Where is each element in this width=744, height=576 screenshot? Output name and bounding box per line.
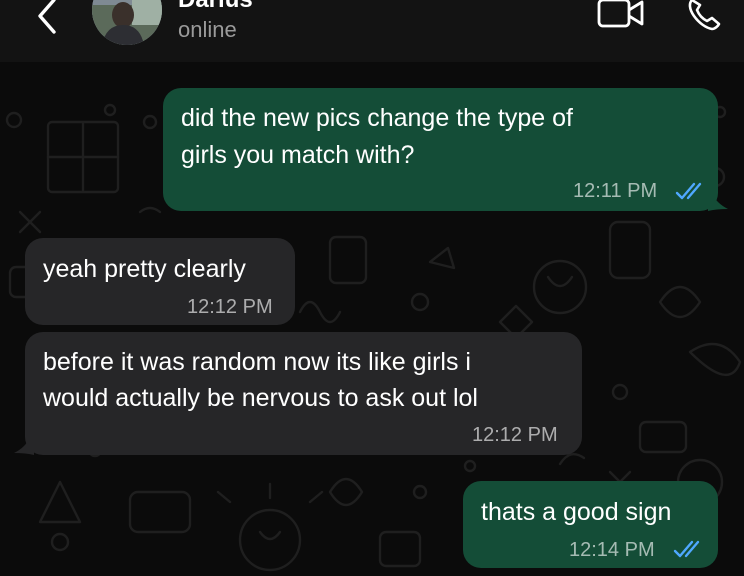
- message-text: did the new pics change the type of: [181, 104, 573, 132]
- chevron-left-icon[interactable]: [28, 0, 68, 36]
- message-text: would actually be nervous to ask out lol: [43, 384, 478, 412]
- message-bubble-incoming[interactable]: before it was random now its like girls …: [25, 332, 582, 455]
- bubble-tail: [708, 193, 728, 211]
- read-receipt-icon: [673, 540, 700, 558]
- message-list[interactable]: did the new pics change the type of girl…: [0, 62, 744, 576]
- message-time: 12:14 PM: [569, 539, 655, 561]
- message-text: thats a good sign: [481, 498, 672, 526]
- phone-icon[interactable]: [684, 0, 724, 34]
- message-time: 12:12 PM: [187, 296, 273, 318]
- message-time: 12:11 PM: [573, 180, 658, 202]
- avatar[interactable]: [92, 0, 162, 45]
- bubble-tail: [14, 437, 34, 455]
- message-bubble-outgoing[interactable]: did the new pics change the type of girl…: [163, 88, 718, 211]
- message-time: 12:12 PM: [472, 424, 558, 446]
- message-bubble-outgoing[interactable]: thats a good sign 12:14 PM: [463, 481, 718, 568]
- chat-header: Darius online: [0, 0, 744, 62]
- message-text: girls you match with?: [181, 141, 415, 169]
- read-receipt-icon: [675, 182, 702, 200]
- contact-name[interactable]: Darius: [178, 0, 253, 14]
- contact-status: online: [178, 17, 237, 42]
- message-bubble-incoming[interactable]: yeah pretty clearly 12:12 PM: [25, 238, 295, 325]
- message-text: before it was random now its like girls …: [43, 348, 471, 376]
- message-text: yeah pretty clearly: [43, 255, 246, 283]
- video-camera-icon[interactable]: [596, 0, 646, 30]
